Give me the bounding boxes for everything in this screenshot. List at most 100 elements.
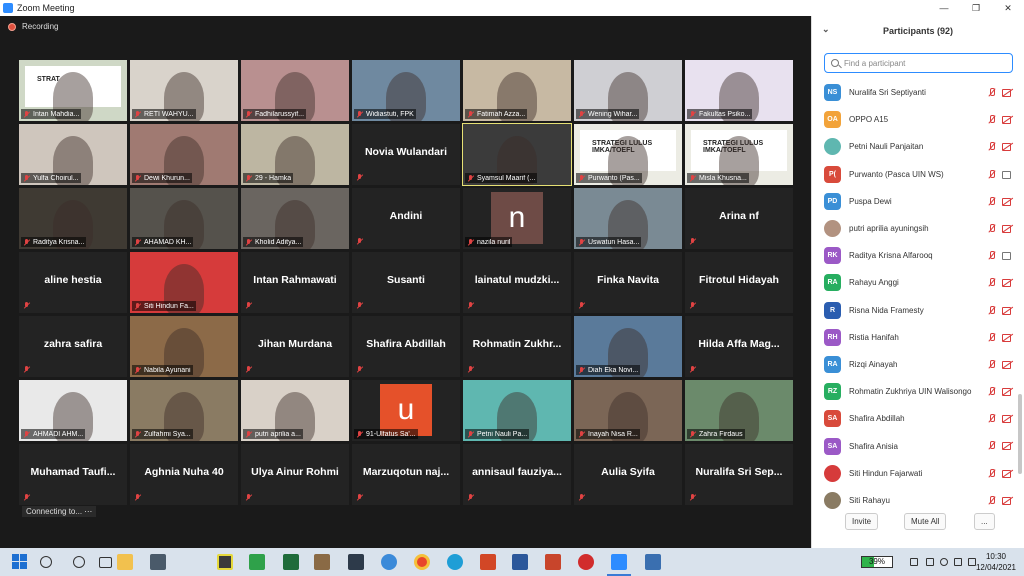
mic-muted-icon[interactable] (987, 142, 996, 151)
chrome-icon[interactable] (414, 554, 430, 570)
app-yellow-icon[interactable] (217, 554, 233, 570)
edge-icon[interactable] (447, 554, 463, 570)
camera-off-icon[interactable] (1002, 306, 1013, 315)
file-explorer-icon[interactable] (117, 554, 133, 570)
mic-muted-icon[interactable] (987, 359, 996, 369)
video-tile[interactable]: Nuralifa Sri Sep... (685, 444, 793, 505)
mute-all-button[interactable]: Mute All (904, 512, 947, 530)
mic-muted-icon[interactable] (987, 468, 996, 478)
minimize-button[interactable]: — (928, 0, 960, 16)
video-tile[interactable]: Finka Navita (574, 252, 682, 313)
mic-muted-icon[interactable] (987, 223, 996, 233)
video-tile[interactable]: Fakultas Psiko... (685, 60, 793, 121)
mic-muted-icon[interactable] (987, 495, 996, 505)
taskbar-search-icon[interactable] (40, 556, 52, 568)
participant-row[interactable]: RZ Rohmatin Zukhriya UIN Walisongo (812, 378, 1017, 405)
participant-row[interactable]: PD Puspa Dewi (812, 188, 1017, 215)
camera-off-icon[interactable] (1002, 115, 1013, 125)
video-tile[interactable]: Susanti (352, 252, 460, 313)
video-tile[interactable]: annisaul fauziya... (463, 444, 571, 505)
app-p-icon[interactable] (348, 554, 364, 570)
camera-on-icon[interactable] (1002, 251, 1013, 261)
video-tile[interactable]: Uswatun Hasa... (574, 188, 682, 249)
participant-row[interactable]: putri aprilia ayuningsih (812, 215, 1017, 242)
video-tile[interactable]: Diah Eka Novi... (574, 316, 682, 377)
camera-off-icon[interactable] (1002, 197, 1013, 206)
video-tile[interactable]: Muhamad Taufi... (19, 444, 127, 505)
video-tile[interactable]: Hilda Affa Mag... (685, 316, 793, 377)
photos-icon[interactable] (645, 554, 661, 570)
participant-search-input[interactable] (844, 58, 1004, 68)
video-tile[interactable]: STRATEGI LULUS IMKA/TOEFL Misla Khusna... (685, 124, 793, 185)
video-tile[interactable]: AHAMAD KH... (130, 188, 238, 249)
mic-muted-icon[interactable] (987, 196, 996, 206)
video-tile[interactable]: STRATEGI LULUS IMKA/TOEFL Purwanto (Pas..… (574, 124, 682, 185)
mic-muted-icon[interactable] (987, 441, 996, 450)
participant-row[interactable]: Siti Rahayu (812, 487, 1017, 514)
app-brown-icon[interactable] (314, 554, 330, 570)
participant-row[interactable]: Siti Hindun Fajarwati (812, 460, 1017, 487)
video-tile[interactable]: Fitrotul Hidayah (685, 252, 793, 313)
app-blue-icon[interactable] (381, 554, 397, 570)
invite-button[interactable]: Invite (845, 512, 879, 530)
mic-muted-icon[interactable] (987, 305, 996, 315)
video-tile[interactable]: Marzuqotun naj... (352, 444, 460, 505)
camera-off-icon[interactable] (1002, 224, 1013, 233)
video-tile[interactable]: Jihan Murdana (241, 316, 349, 377)
mic-muted-icon[interactable] (987, 88, 996, 97)
video-tile[interactable]: Zahra Firdaus (685, 380, 793, 441)
video-tile[interactable]: Shafira Abdillah (352, 316, 460, 377)
video-tile[interactable]: 29 - Hamka (241, 124, 349, 185)
video-tile[interactable]: Rohmatin Zukhr... (463, 316, 571, 377)
video-tile[interactable]: Fatimah Azza... (463, 60, 571, 121)
video-tile[interactable]: Kholid Aditya... (241, 188, 349, 249)
video-tile[interactable]: Novia Wulandari (352, 124, 460, 185)
tray-chevron-icon[interactable] (910, 558, 918, 566)
video-tile[interactable]: Wening Wihar... (574, 60, 682, 121)
video-tile[interactable]: Zulfahmi Sya... (130, 380, 238, 441)
video-tile[interactable]: Syamsul Maarif (... (462, 123, 572, 186)
mic-muted-icon[interactable] (987, 414, 996, 423)
video-tile[interactable]: Raditya Krisna... (19, 188, 127, 249)
collapse-chevron-icon[interactable]: ⌄ (822, 24, 830, 35)
camera-off-icon[interactable] (1002, 360, 1013, 369)
participant-row[interactable]: R Risna Nida Framesty (812, 297, 1017, 324)
camera-off-icon[interactable] (1002, 414, 1013, 424)
video-tile[interactable]: Aulia Syifa (574, 444, 682, 505)
zoom-taskbar-icon[interactable] (611, 554, 627, 570)
taskbar-clock[interactable]: 10:30 12/04/2021 (976, 551, 1016, 573)
powerpoint-icon[interactable] (480, 554, 496, 570)
participant-list-scrollbar[interactable] (1018, 394, 1022, 474)
video-tile[interactable]: Inayah Nisa R... (574, 380, 682, 441)
mic-muted-icon[interactable] (987, 387, 996, 396)
video-tile[interactable]: n nazila nuril (463, 188, 571, 249)
calculator-icon[interactable] (150, 554, 166, 570)
participant-row[interactable]: OA OPPO A15 (812, 106, 1017, 133)
video-tile[interactable]: Aghnia Nuha 40 (130, 444, 238, 505)
video-tile[interactable]: Nabila Ayunani (130, 316, 238, 377)
volume-icon[interactable] (954, 558, 962, 566)
camera-off-icon[interactable] (1002, 469, 1013, 478)
keyboard-icon[interactable] (968, 558, 976, 566)
more-button[interactable]: ... (974, 512, 995, 530)
video-tile[interactable]: Petni Nauli Pa... (463, 380, 571, 441)
video-tile[interactable]: Intan Rahmawati (241, 252, 349, 313)
participant-row[interactable]: RK Raditya Krisna Alfarooq (812, 242, 1017, 269)
camera-on-icon[interactable] (1002, 170, 1013, 179)
camera-off-icon[interactable] (1002, 278, 1013, 288)
video-tile[interactable]: aline hestia (19, 252, 127, 313)
video-tile[interactable]: lainatul mudzki... (463, 252, 571, 313)
cortana-icon[interactable] (73, 556, 85, 568)
tray-device-icon[interactable] (926, 558, 934, 566)
participant-row[interactable]: SA Shafira Anisia (812, 432, 1017, 459)
battery-indicator[interactable]: 39% (861, 556, 893, 568)
participant-row[interactable]: NS Nuralifa Sri Septiyanti (812, 79, 1017, 106)
participant-row[interactable]: Petni Nauli Panjaitan (812, 133, 1017, 160)
maximize-button[interactable]: ❐ (960, 0, 992, 16)
video-tile[interactable]: AHMADI AHM... (19, 380, 127, 441)
video-tile[interactable]: RETI WAHYU... (130, 60, 238, 121)
recording-indicator[interactable]: Recording (8, 22, 58, 31)
participant-row[interactable]: SA Shafira Abdillah (812, 405, 1017, 432)
video-tile[interactable]: Arina nf (685, 188, 793, 249)
camera-off-icon[interactable] (1002, 496, 1013, 505)
